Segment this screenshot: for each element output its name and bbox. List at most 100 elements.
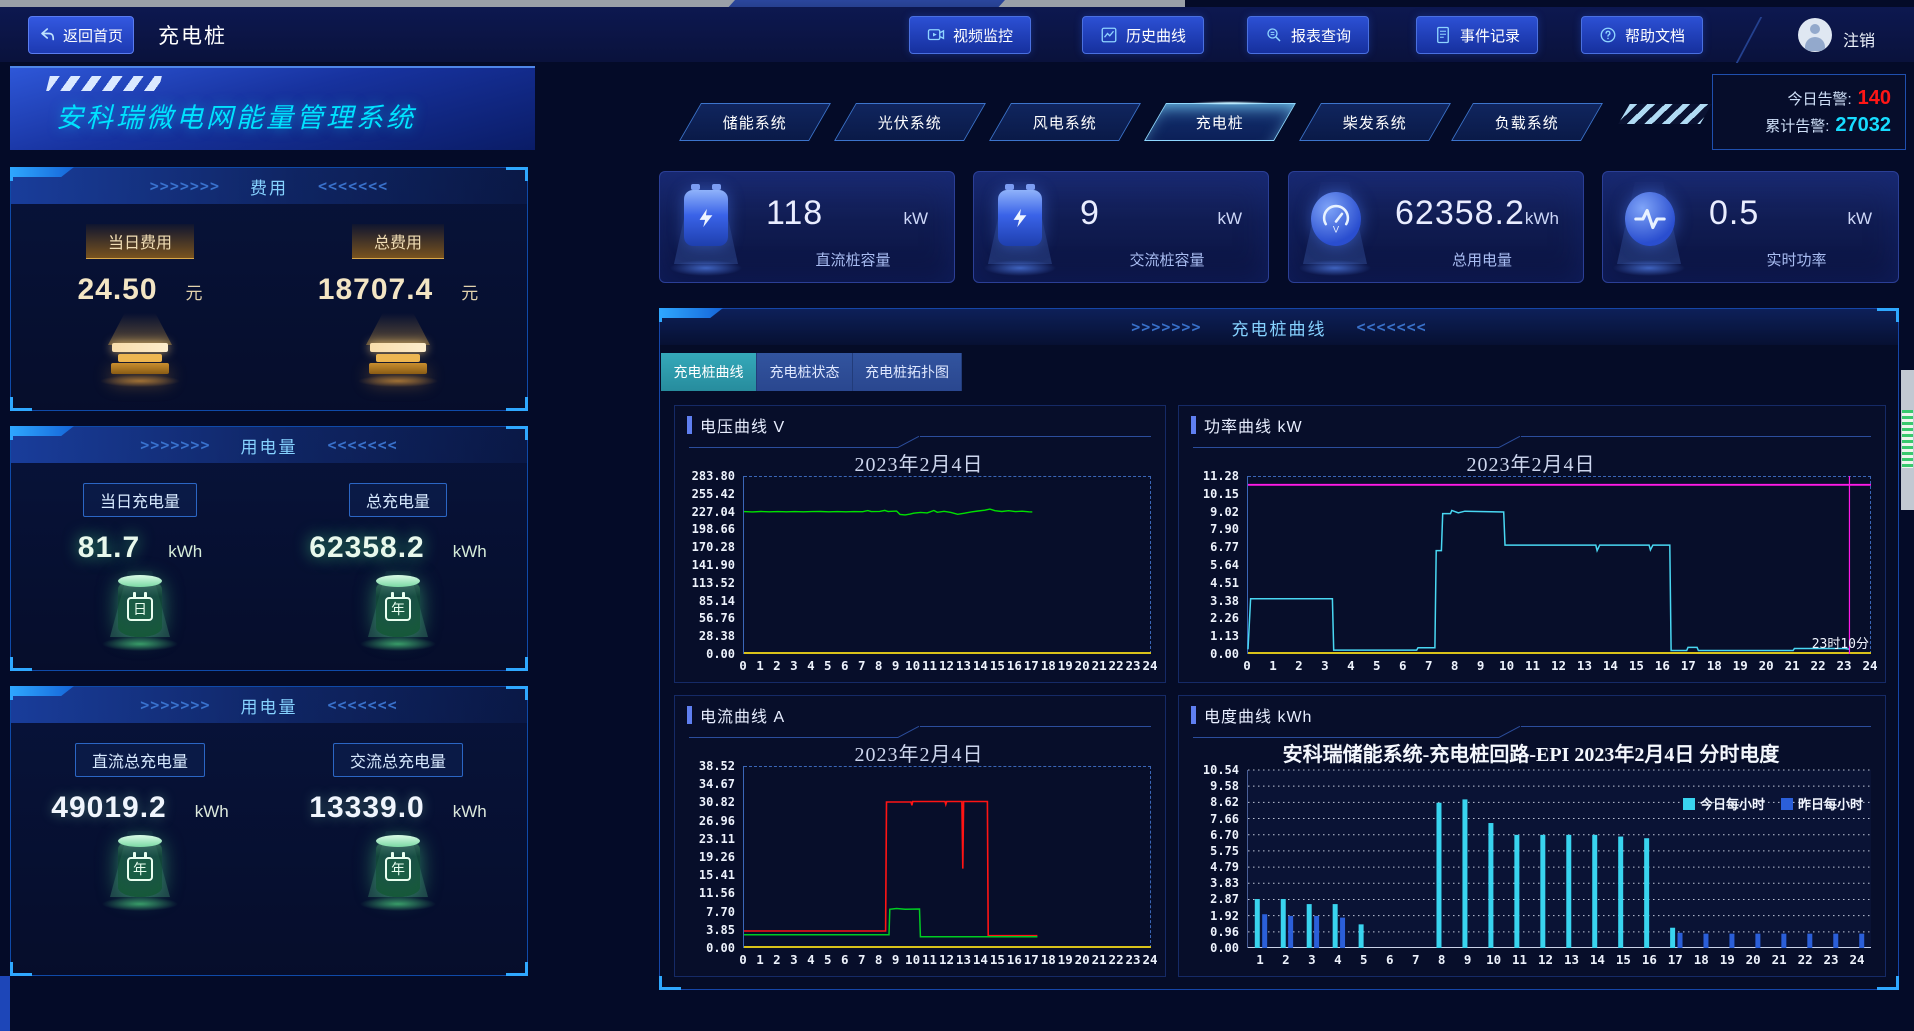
legend-item-yesterday[interactable]: 昨日每小时 — [1781, 794, 1863, 813]
x-tick-label: 5 — [1360, 952, 1368, 967]
bar-today — [1333, 904, 1338, 948]
calendar-day-icon: 日 — [96, 571, 184, 651]
history-curve-button[interactable]: 历史曲线 — [1082, 16, 1204, 54]
y-tick-label: 0.00 — [706, 647, 735, 661]
battery-icon — [974, 172, 1066, 282]
legend-item-today[interactable]: 今日每小时 — [1683, 794, 1765, 813]
x-tick-label: 20 — [1746, 952, 1761, 967]
x-tick-label: 20 — [1075, 658, 1090, 673]
stat-label: 当日费用 — [86, 224, 194, 259]
vertical-scrollbar[interactable] — [1901, 370, 1914, 510]
tab-label: 充电桩曲线 — [674, 362, 744, 382]
today-alarm-row: 今日告警: 140 — [1713, 87, 1891, 110]
kpi-unit: kW — [1217, 209, 1242, 229]
x-tick-label: 1 — [756, 658, 764, 673]
report-query-button[interactable]: 报表查询 — [1247, 16, 1369, 54]
logout-button[interactable]: 注销 — [1843, 27, 1875, 51]
legend-swatch — [1781, 798, 1793, 810]
y-tick-label: 8.62 — [1210, 795, 1239, 809]
y-axis-labels: 38.5234.6730.8226.9623.1119.2615.4111.56… — [687, 766, 743, 948]
back-home-button[interactable]: 返回首页 — [28, 16, 134, 54]
video-monitor-button[interactable]: 视频监控 — [909, 16, 1031, 54]
chart-underline-decoration — [687, 436, 1151, 448]
y-tick-label: 7.66 — [1210, 812, 1239, 826]
cumulative-alarm-row: 累计告警: 27032 — [1713, 114, 1891, 137]
stat-label: 直流总充电量 — [75, 743, 205, 777]
bar-today — [1462, 799, 1467, 948]
tab-label: 负载系统 — [1495, 112, 1559, 133]
meter-icon: V — [1289, 172, 1381, 282]
chart-title: 电流曲线 A — [700, 703, 785, 727]
avatar[interactable] — [1798, 18, 1832, 52]
tab-diesel[interactable]: 柴发系统 — [1299, 103, 1451, 141]
x-tick-label: 18 — [1694, 952, 1709, 967]
y-tick-label: 11.28 — [1203, 469, 1239, 483]
x-tick-label: 10 — [1486, 952, 1501, 967]
tab-charging-pile[interactable]: 充电桩 — [1144, 103, 1296, 141]
chart-panel-title: 充电桩曲线 — [1232, 315, 1327, 340]
x-tick-label: 19 — [1058, 952, 1073, 967]
plot-area[interactable] — [743, 476, 1151, 654]
tab-pile-status[interactable]: 充电桩状态 — [757, 353, 853, 391]
x-tick-label: 23 — [1824, 952, 1839, 967]
event-record-button[interactable]: 事件记录 — [1416, 16, 1538, 54]
tab-pile-topology[interactable]: 充电桩拓扑图 — [853, 353, 962, 391]
scrollbar-thumb[interactable] — [1902, 410, 1913, 468]
y-tick-label: 56.76 — [699, 611, 735, 625]
calendar-year-icon: 年 — [96, 831, 184, 911]
tab-load[interactable]: 负载系统 — [1451, 103, 1603, 141]
plot-area[interactable]: 今日每小时昨日每小时 — [1247, 770, 1871, 948]
stat-unit: kWh — [195, 802, 229, 822]
chevrons-right-icon: >>>>>>> — [1131, 318, 1201, 336]
tab-energy-storage[interactable]: 储能系统 — [679, 103, 831, 141]
help-doc-button[interactable]: 帮助文档 — [1581, 16, 1703, 54]
event-record-label: 事件记录 — [1460, 25, 1520, 46]
y-tick-label: 11.56 — [699, 886, 735, 900]
chart-date: 2023年2月4日 — [687, 448, 1151, 474]
bar-today — [1540, 835, 1545, 948]
stat-daily-cost: 当日费用 24.50元 — [21, 224, 258, 387]
tab-wind-power[interactable]: 风电系统 — [989, 103, 1141, 141]
x-tick-label: 19 — [1058, 658, 1073, 673]
x-tick-label: 6 — [841, 952, 849, 967]
charging-pile-curves-panel: >>>>>>> 充电桩曲线 <<<<<<< 充电桩曲线 充电桩状态 充电桩拓扑图… — [659, 308, 1899, 990]
x-tick-label: 4 — [1347, 658, 1355, 673]
chart-underline-decoration — [1191, 726, 1871, 738]
bar-yesterday — [1262, 914, 1267, 948]
tab-pile-curves[interactable]: 充电桩曲线 — [661, 353, 757, 391]
x-tick-label: 2 — [773, 658, 781, 673]
tab-photovoltaic[interactable]: 光伏系统 — [834, 103, 986, 141]
x-tick-label: 3 — [790, 952, 798, 967]
y-tick-label: 255.42 — [692, 487, 735, 501]
x-tick-label: 7 — [858, 658, 866, 673]
chart-legend: 今日每小时昨日每小时 — [1683, 794, 1863, 813]
tab-label: 充电桩 — [1196, 112, 1244, 133]
panel-title: 用电量 — [241, 433, 298, 458]
chart-accent-bar — [1191, 706, 1196, 724]
back-home-label: 返回首页 — [63, 25, 123, 46]
chart-title: 电度曲线 kWh — [1204, 703, 1312, 727]
energy-bar-chart: 电度曲线 kWh安科瑞储能系统-充电桩回路-EPI 2023年2月4日 分时电度… — [1178, 695, 1886, 977]
y-tick-label: 4.79 — [1210, 860, 1239, 874]
kpi-total-energy: V 62358.2kWh 总用电量 — [1288, 171, 1584, 283]
y-tick-label: 0.96 — [1210, 925, 1239, 939]
x-axis-labels: 0123456789101112131415161718192021222324 — [1247, 654, 1871, 676]
topbar-divider — [1736, 17, 1762, 63]
plot-area[interactable]: 23时10分 — [1247, 476, 1871, 654]
svg-text:V: V — [1333, 225, 1340, 235]
x-tick-label: 11 — [1525, 658, 1540, 673]
x-tick-label: 13 — [1577, 658, 1592, 673]
chevrons-left-icon: <<<<<<< — [328, 436, 398, 454]
plot-area[interactable] — [743, 766, 1151, 948]
voltage-curve-chart: 电压曲线 V2023年2月4日283.80255.42227.04198.661… — [674, 405, 1166, 683]
y-tick-label: 19.26 — [699, 850, 735, 864]
stat-value: 18707.4 — [318, 273, 433, 307]
series-line — [744, 802, 1037, 936]
panel-header: >>>>>>> 用电量 <<<<<<< — [11, 427, 527, 463]
x-tick-label: 22 — [1109, 658, 1124, 673]
x-tick-label: 14 — [1603, 658, 1618, 673]
x-axis-labels: 123456789101112131415161718192021222324 — [1247, 948, 1871, 970]
bar-today — [1488, 823, 1493, 948]
y-tick-label: 6.70 — [1210, 828, 1239, 842]
x-tick-label: 6 — [841, 658, 849, 673]
